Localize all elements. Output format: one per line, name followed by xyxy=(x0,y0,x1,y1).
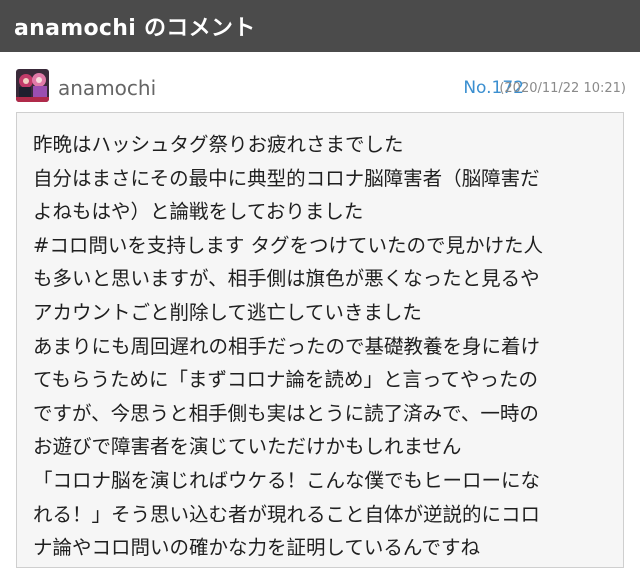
comment-timestamp: (2020/11/22 10:21) xyxy=(499,81,626,96)
comment-line: アカウントごと削除して逃亡していきました xyxy=(33,300,422,324)
comment-line: 「コロナ脳を演じればウケる！こんな僕でもヒーローにな xyxy=(33,468,541,492)
comment-line: ですが、今思うと相手側も実はとうに読了済みで、一時の xyxy=(33,401,539,425)
comment-line: れる！」そう思い込む者が現れること自体が逆説的にコロ xyxy=(33,502,541,526)
page-title: anamochi のコメント xyxy=(14,16,256,41)
comment-line: ナ論やコロ問いの確かな力を証明しているんですね xyxy=(33,536,480,560)
comment-line: 昨晩はハッシュタグ祭りお疲れさまでした xyxy=(33,133,404,156)
comment-line: お遊びで障害者を演じていただけかもしれません xyxy=(33,435,462,459)
comment-line: #コロ問いを支持します タグをつけていたので見かけた人 xyxy=(33,233,544,257)
avatar-icon[interactable] xyxy=(16,69,49,102)
comment-line: あまりにも周回遅れの相手だったので基礎教養を身に着け xyxy=(33,334,541,358)
comment-body: 昨晩はハッシュタグ祭りお疲れさまでした 自分はまさにその最中に典型的コロナ脳障害… xyxy=(16,112,624,568)
comment-author[interactable]: anamochi xyxy=(58,76,156,100)
comment-line: よねもはや）と論戦をしておりました xyxy=(33,200,364,224)
comment-line: 自分はまさにその最中に典型的コロナ脳障害者（脳障害だ xyxy=(33,166,540,190)
comment-line: てもらうために「まずコロナ論を読め」と言ってやったの xyxy=(33,368,539,392)
header-bar: anamochi のコメント xyxy=(0,0,640,52)
comment-meta: anamochi No.172 (2020/11/22 10:21) xyxy=(0,52,640,112)
comment-line: も多いと思いますが、相手側は旗色が悪くなったと見るや xyxy=(33,267,540,291)
